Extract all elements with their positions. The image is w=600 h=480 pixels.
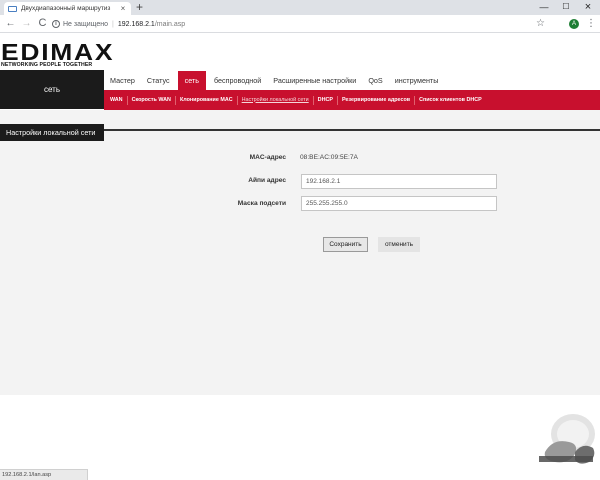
back-arrow-icon[interactable]: ← bbox=[4, 17, 17, 30]
logo-wordmark: EDIMAX bbox=[1, 39, 115, 65]
address-separator: | bbox=[112, 20, 114, 28]
watermark-logo-icon bbox=[539, 414, 595, 464]
tab-title: Двухдиапазонный маршрутиз bbox=[21, 5, 111, 12]
mac-address-label: MAC-адрес bbox=[249, 154, 286, 161]
logo-tagline: NETWORKING PEOPLE TOGETHER bbox=[1, 62, 93, 68]
profile-avatar[interactable]: A bbox=[569, 19, 579, 29]
info-icon[interactable]: i bbox=[52, 20, 60, 28]
ip-address-label: Айпи адрес bbox=[248, 177, 286, 184]
main-nav-item-qos[interactable]: QoS bbox=[362, 71, 388, 90]
bookmark-star-icon[interactable]: ☆ bbox=[536, 17, 545, 30]
browser-tabstrip: Двухдиапазонный маршрутиз × + — ☐ × bbox=[0, 0, 600, 15]
subnet-mask-input[interactable] bbox=[301, 196, 497, 211]
main-nav-item-wizard[interactable]: Мастер bbox=[104, 71, 141, 90]
main-nav-item-tools[interactable]: инструменты bbox=[389, 71, 445, 90]
close-window-button[interactable]: × bbox=[577, 1, 599, 13]
save-button[interactable]: Сохранить bbox=[323, 237, 368, 252]
section-title: Настройки локальной сети bbox=[0, 124, 104, 141]
ip-address-input[interactable] bbox=[301, 174, 497, 189]
browser-tab[interactable]: Двухдиапазонный маршрутиз × bbox=[4, 2, 131, 15]
reload-icon[interactable]: C bbox=[36, 17, 49, 30]
new-tab-button[interactable]: + bbox=[136, 1, 143, 14]
url-path: /main.asp bbox=[154, 20, 186, 28]
maximize-window-button[interactable]: ☐ bbox=[555, 1, 577, 13]
sub-nav-item-lan-settings[interactable]: Настройки локальной сети bbox=[236, 95, 313, 105]
mac-address-value: 08:BE:AC:09:5E:7A bbox=[300, 154, 358, 161]
router-favicon-icon bbox=[8, 5, 17, 12]
sub-nav: WAN Скорость WAN Клонирование MAC Настро… bbox=[104, 90, 600, 110]
main-nav: Мастер Статус сеть беспроводной Расширен… bbox=[104, 71, 444, 90]
sub-nav-item-dhcp[interactable]: DHCP bbox=[312, 95, 337, 105]
sub-nav-item-address-reservation[interactable]: Резервирование адресов bbox=[336, 95, 414, 105]
browser-toolbar: ← → C i Не защищено | 192.168.2.1/main.a… bbox=[0, 15, 600, 33]
cancel-button[interactable]: отменить bbox=[378, 237, 420, 252]
sub-nav-item-dhcp-clients[interactable]: Список клиентов DHCP bbox=[414, 95, 486, 105]
forward-arrow-icon[interactable]: → bbox=[20, 17, 33, 30]
subnet-mask-label: Маска подсети bbox=[237, 200, 286, 207]
close-tab-icon[interactable]: × bbox=[119, 4, 127, 13]
minimize-window-button[interactable]: — bbox=[533, 1, 555, 13]
edimax-logo[interactable]: EDIMAX NETWORKING PEOPLE TOGETHER bbox=[0, 34, 112, 70]
main-nav-item-advanced[interactable]: Расширенные настройки bbox=[267, 71, 362, 90]
browser-menu-icon[interactable]: ⋮ bbox=[586, 17, 596, 30]
main-nav-item-wireless[interactable]: беспроводной bbox=[208, 71, 267, 90]
main-nav-item-network[interactable]: сеть bbox=[177, 71, 206, 90]
section-divider bbox=[104, 129, 600, 131]
content-panel: Настройки локальной сети MAC-адрес 08:BE… bbox=[0, 110, 600, 395]
address-bar[interactable]: i Не защищено | 192.168.2.1/main.asp bbox=[52, 17, 562, 31]
sub-nav-item-wan[interactable]: WAN bbox=[106, 96, 127, 105]
main-nav-item-status[interactable]: Статус bbox=[141, 71, 176, 90]
status-bar-url: 192.168.2.1/lan.asp bbox=[0, 469, 88, 480]
insecure-label: Не защищено bbox=[63, 20, 108, 28]
sub-nav-item-wan-speed[interactable]: Скорость WAN bbox=[126, 95, 175, 105]
sidebar-title: сеть bbox=[0, 70, 104, 109]
url-host: 192.168.2.1 bbox=[117, 20, 155, 28]
sub-nav-item-mac-clone[interactable]: Клонирование MAC bbox=[174, 95, 237, 105]
